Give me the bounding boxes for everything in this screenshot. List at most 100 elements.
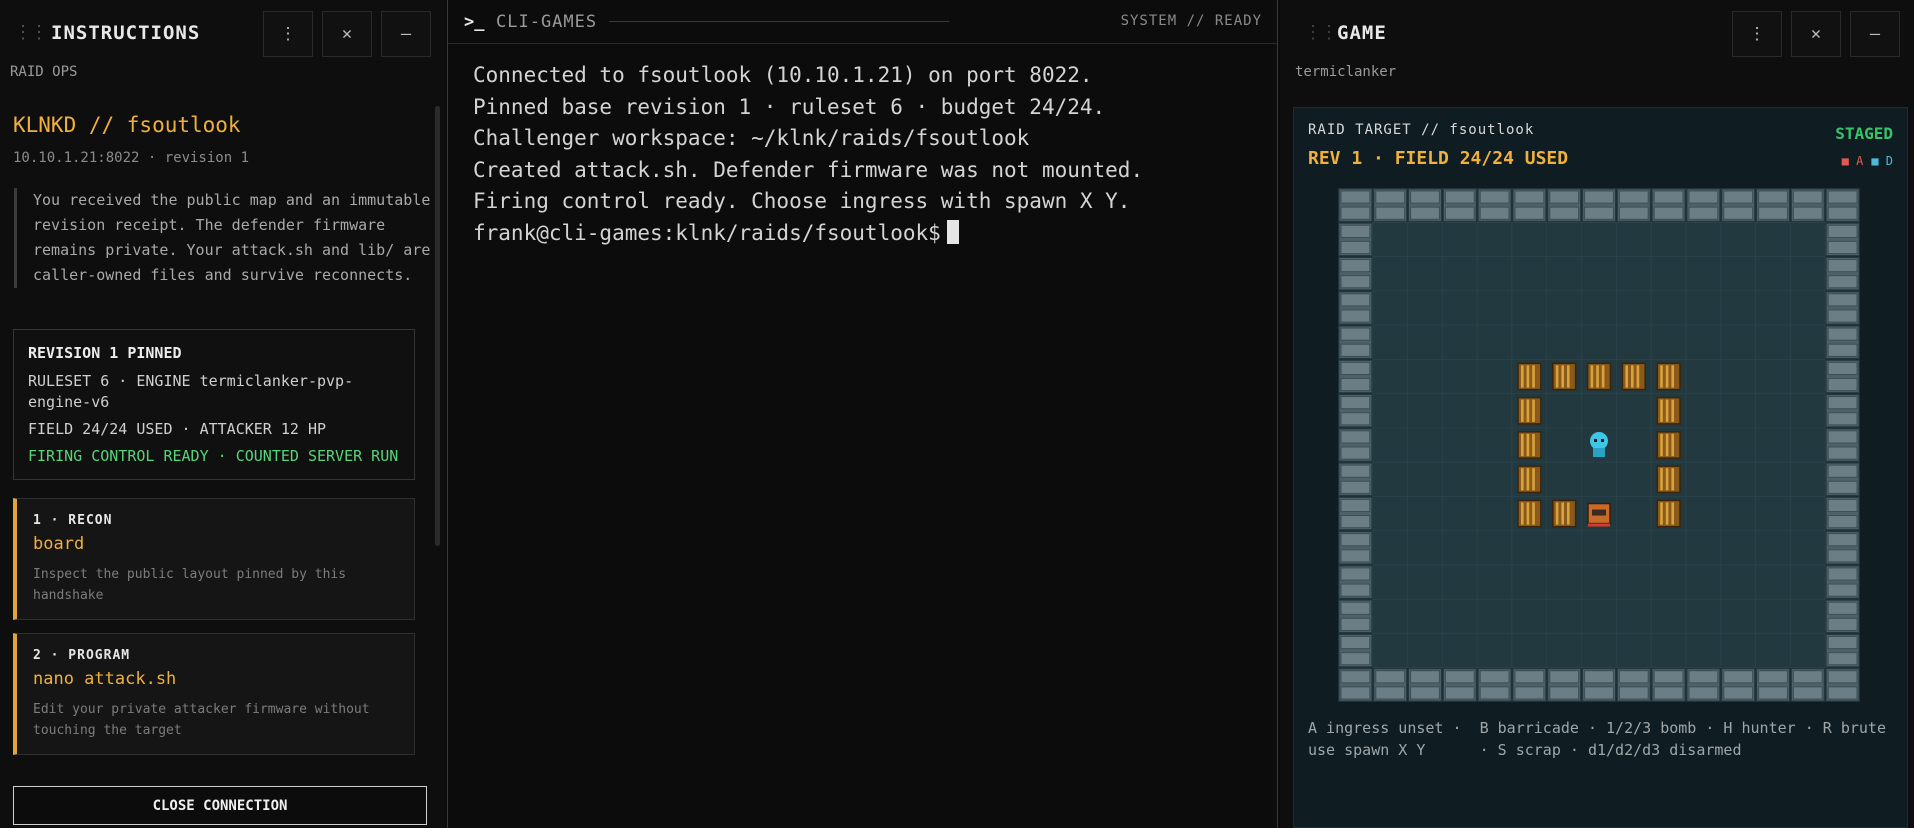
terminal-prompt-line[interactable]: frank@cli-games:klnk/raids/fsoutlook$ bbox=[473, 218, 1143, 250]
wall-brick bbox=[1444, 206, 1475, 220]
terminal-header: >_ CLI-GAMES SYSTEM // READY bbox=[448, 0, 1277, 44]
floor-tile bbox=[1790, 393, 1826, 429]
raid-meta: 10.10.1.21:8022 · revision 1 bbox=[13, 150, 250, 166]
floor-tile bbox=[1546, 427, 1582, 463]
wall-brick bbox=[1758, 686, 1788, 700]
barricade-plank bbox=[1601, 365, 1605, 388]
barricade-plank bbox=[1555, 502, 1559, 525]
floor-tile bbox=[1685, 324, 1722, 360]
terminal-panel[interactable]: >_ CLI-GAMES SYSTEM // READY Connected t… bbox=[447, 0, 1278, 828]
floor-tile bbox=[1720, 221, 1756, 257]
floor-tile bbox=[1720, 633, 1756, 669]
barricade-plank bbox=[1665, 502, 1669, 525]
floor-tile bbox=[1581, 598, 1617, 634]
floor-tile bbox=[1581, 633, 1617, 669]
floor-tile bbox=[1442, 461, 1478, 497]
barricade-plank bbox=[1671, 433, 1674, 457]
game-board[interactable] bbox=[1338, 188, 1860, 702]
wall-brick bbox=[1618, 686, 1649, 700]
floor-tile bbox=[1442, 564, 1478, 600]
floor-tile bbox=[1685, 564, 1722, 600]
wall-brick bbox=[1827, 480, 1858, 494]
wall-brick bbox=[1827, 464, 1858, 478]
floor-tile bbox=[1407, 530, 1443, 566]
wall-brick bbox=[1479, 206, 1510, 220]
floor-tile bbox=[1546, 324, 1582, 360]
wall-brick bbox=[1340, 259, 1371, 273]
barricade-plank bbox=[1660, 502, 1663, 525]
floor-tile bbox=[1372, 290, 1408, 326]
header-divider bbox=[609, 21, 949, 22]
wall-brick bbox=[1827, 396, 1858, 410]
floor-tile bbox=[1476, 530, 1513, 566]
defender-body bbox=[1593, 448, 1605, 457]
minimize-button[interactable]: — bbox=[381, 11, 431, 57]
wall-brick bbox=[1827, 412, 1858, 426]
barricade-plank bbox=[1532, 468, 1535, 491]
panel-title: INSTRUCTIONS bbox=[51, 22, 201, 44]
floor-tile bbox=[1407, 324, 1443, 360]
floor-tile bbox=[1720, 598, 1756, 634]
wall-brick bbox=[1827, 327, 1858, 341]
wall-brick bbox=[1340, 224, 1371, 238]
floor-tile bbox=[1790, 427, 1826, 463]
floor-tile bbox=[1407, 598, 1443, 634]
floor-tile bbox=[1546, 598, 1582, 634]
wall-brick bbox=[1688, 190, 1719, 204]
barricade-plank bbox=[1671, 399, 1674, 422]
floor-tile bbox=[1372, 564, 1408, 600]
drag-handle-icon[interactable]: ⋮⋮ bbox=[14, 22, 48, 43]
step-card-program[interactable]: 2 · PROGRAM nano attack.sh Edit your pri… bbox=[13, 633, 415, 755]
wall-brick bbox=[1827, 190, 1858, 204]
floor-tile bbox=[1790, 290, 1826, 326]
instructions-content[interactable]: KLNKD // fsoutlook 10.10.1.21:8022 · rev… bbox=[0, 96, 446, 768]
close-connection-button[interactable]: CLOSE CONNECTION bbox=[13, 786, 427, 825]
floor-tile bbox=[1790, 324, 1826, 360]
wall-brick bbox=[1723, 190, 1754, 204]
floor-tile bbox=[1511, 256, 1548, 292]
menu-button[interactable]: ⋮ bbox=[263, 11, 313, 57]
wall-brick bbox=[1618, 670, 1649, 684]
floor-tile bbox=[1546, 393, 1582, 429]
floor-tile bbox=[1442, 427, 1478, 463]
step-card-recon[interactable]: 1 · RECON board Inspect the public layou… bbox=[13, 498, 415, 620]
wall-brick bbox=[1410, 686, 1440, 700]
wall-brick bbox=[1792, 686, 1823, 700]
floor-tile bbox=[1407, 221, 1443, 257]
terminal-output[interactable]: Connected to fsoutlook (10.10.1.21) on p… bbox=[473, 60, 1143, 250]
floor-tile bbox=[1476, 496, 1513, 531]
defender-icon bbox=[1590, 432, 1608, 450]
floor-tile bbox=[1685, 221, 1722, 257]
floor-tile bbox=[1476, 564, 1513, 600]
controls-hint: A ingress unset · B barricade · 1/2/3 bo… bbox=[1308, 719, 1886, 759]
wall-brick bbox=[1514, 206, 1545, 220]
revision-line: REV 1 · FIELD 24/24 USED bbox=[1308, 148, 1569, 169]
wall-brick bbox=[1514, 686, 1545, 700]
close-button[interactable]: ✕ bbox=[1791, 11, 1841, 57]
drag-handle-icon[interactable]: ⋮⋮ bbox=[1304, 22, 1338, 43]
floor-tile bbox=[1372, 496, 1408, 531]
floor-tile bbox=[1720, 496, 1756, 531]
wall-brick bbox=[1827, 635, 1858, 650]
wall-brick bbox=[1340, 327, 1371, 341]
minimize-button[interactable]: — bbox=[1850, 11, 1900, 57]
floor-tile bbox=[1616, 256, 1652, 292]
floor-tile bbox=[1442, 633, 1478, 669]
barricade-plank bbox=[1590, 365, 1594, 388]
floor-tile bbox=[1407, 393, 1443, 429]
floor-tile bbox=[1511, 598, 1548, 634]
floor-tile bbox=[1546, 256, 1582, 292]
legend-attacker-label: A bbox=[1856, 154, 1864, 168]
wall-brick bbox=[1618, 190, 1649, 204]
floor-tile bbox=[1720, 290, 1756, 326]
barricade-plank bbox=[1596, 365, 1599, 388]
wall-brick bbox=[1827, 377, 1858, 392]
menu-button[interactable]: ⋮ bbox=[1732, 11, 1782, 57]
terminal-prompt: frank@cli-games:klnk/raids/fsoutlook$ bbox=[473, 220, 941, 245]
floor-tile bbox=[1685, 359, 1722, 394]
floor-tile bbox=[1511, 221, 1548, 257]
close-button[interactable]: ✕ bbox=[322, 11, 372, 57]
barricade-plank bbox=[1671, 468, 1674, 491]
barricade-plank bbox=[1665, 433, 1669, 457]
floor-tile bbox=[1650, 530, 1687, 566]
